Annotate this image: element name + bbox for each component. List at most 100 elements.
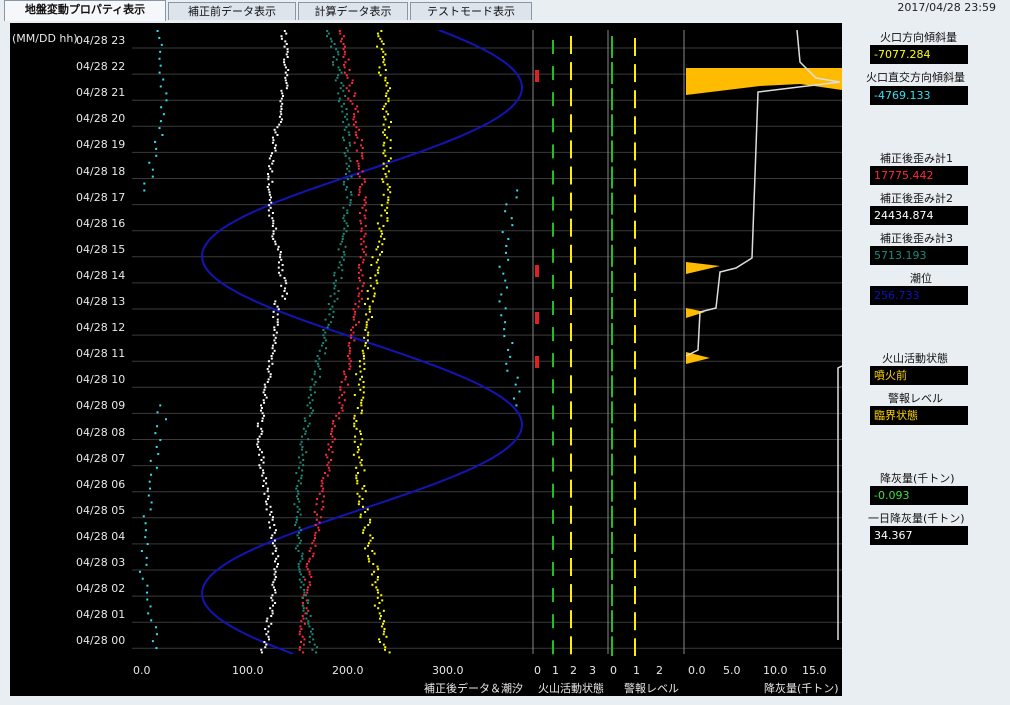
ash-daily-label: 一日降灰量(千トン) — [868, 510, 965, 526]
tilt-crater-trace — [386, 92, 388, 94]
strain2-trace — [272, 553, 274, 555]
tilt-cross-trace — [155, 647, 157, 649]
tilt-crater-trace — [359, 360, 361, 362]
tilt-cross-trace — [157, 30, 159, 32]
tilt-cross-trace — [165, 92, 167, 94]
main-tick: 200.0 — [332, 664, 364, 677]
strain1-trace — [343, 43, 345, 45]
strain1-trace — [322, 501, 324, 503]
strain2-trace — [280, 90, 282, 92]
strain3-trace — [303, 428, 305, 430]
tilt-crater-trace — [381, 233, 383, 235]
strain2-trace — [278, 267, 280, 269]
strain2-trace — [260, 649, 262, 651]
strain1-trace — [362, 157, 364, 159]
strain1-trace — [361, 183, 363, 185]
tilt-cross-trace — [156, 467, 158, 469]
strain1-trace — [318, 529, 320, 531]
tilt-crater-trace — [377, 607, 379, 609]
tilt-crater-trace — [383, 238, 385, 240]
strain2-trace — [268, 495, 270, 497]
strain1-trace — [363, 178, 365, 180]
strain3-trace — [300, 443, 302, 445]
tilt-crater-trace — [354, 415, 356, 417]
strain3-trace — [312, 638, 314, 640]
strain2-trace — [260, 428, 262, 430]
strain3-trace — [296, 485, 298, 487]
strain2-trace — [260, 404, 262, 406]
tilt-cross-trace — [154, 141, 156, 143]
strain3-trace — [346, 113, 348, 115]
strain2-trace — [284, 64, 286, 66]
strain3-trace — [309, 423, 311, 425]
strain2-trace — [261, 407, 263, 409]
strain2-trace — [268, 625, 270, 627]
strain2-trace — [285, 72, 287, 74]
tilt-crater-trace — [374, 293, 376, 295]
strain3-trace — [310, 631, 312, 633]
strain3-trace — [294, 524, 296, 526]
strain3-trace — [299, 571, 301, 573]
tilt-crater-trace — [358, 449, 360, 451]
tilt-crater-trace — [371, 573, 373, 575]
strain1-trace — [350, 334, 352, 336]
strain3-trace — [301, 441, 303, 443]
tilt-crater-trace — [386, 207, 388, 209]
tilt-crater-trace — [378, 267, 380, 269]
tilt-crater-trace — [382, 61, 384, 63]
strain1-trace — [325, 454, 327, 456]
strain2-trace — [286, 293, 288, 295]
tilt-crater-trace — [387, 202, 389, 204]
strain2-trace — [268, 371, 270, 373]
tilt-crater-trace — [360, 443, 362, 445]
strain2-trace — [269, 514, 271, 516]
tilt-cross-trace — [155, 155, 157, 157]
tilt-crater-trace — [373, 571, 375, 573]
y-label: 04/28 00 — [76, 634, 125, 647]
tilt-crater-trace — [353, 417, 355, 419]
strain2-trace — [271, 170, 273, 172]
strain3-trace — [307, 602, 309, 604]
tilt-crater-trace — [361, 464, 363, 466]
tilt-cross-trace — [141, 550, 143, 552]
tilt-crater-trace — [363, 485, 365, 487]
strain2-trace — [268, 176, 270, 178]
tilt-crater-trace — [379, 618, 381, 620]
strain2-trace — [270, 207, 272, 209]
strain2-trace — [270, 511, 272, 513]
strain1-trace — [365, 196, 367, 198]
strain2-trace — [259, 467, 261, 469]
strain2-trace — [271, 355, 273, 357]
chart-svg — [0, 0, 1010, 705]
strain1-trace — [343, 64, 345, 66]
tilt-crater-trace — [376, 261, 378, 263]
strain2-trace — [268, 209, 270, 211]
strain1-trace — [315, 532, 317, 534]
tilt-crater-trace — [389, 147, 391, 149]
tilt-crater-trace — [387, 82, 389, 84]
tilt-cross-trace — [159, 51, 161, 53]
strain1-trace — [358, 277, 360, 279]
strain3-trace — [342, 235, 344, 237]
strain2-trace — [264, 386, 266, 388]
tilt-cross-trace — [154, 432, 156, 434]
strain3-trace — [345, 147, 347, 149]
strain3-trace — [302, 464, 304, 466]
strain1-trace — [299, 646, 301, 648]
tilt-crater-trace — [377, 33, 379, 35]
tide-label: 潮位 — [910, 270, 932, 286]
strain3-trace — [342, 207, 344, 209]
strain2-trace — [280, 111, 282, 113]
strain2-trace — [268, 215, 270, 217]
tilt-cross-trace — [499, 266, 501, 268]
strain2-trace — [279, 274, 281, 276]
tilt-cross-trace — [152, 176, 154, 178]
strain2-trace — [275, 529, 277, 531]
strain2-trace — [280, 251, 282, 253]
strain3-trace — [307, 623, 309, 625]
tilt-crater-trace — [389, 651, 391, 653]
tilt-crater-trace — [357, 446, 359, 448]
strain3-trace — [304, 417, 306, 419]
strain1-trace — [348, 363, 350, 365]
strain2-trace — [272, 212, 274, 214]
